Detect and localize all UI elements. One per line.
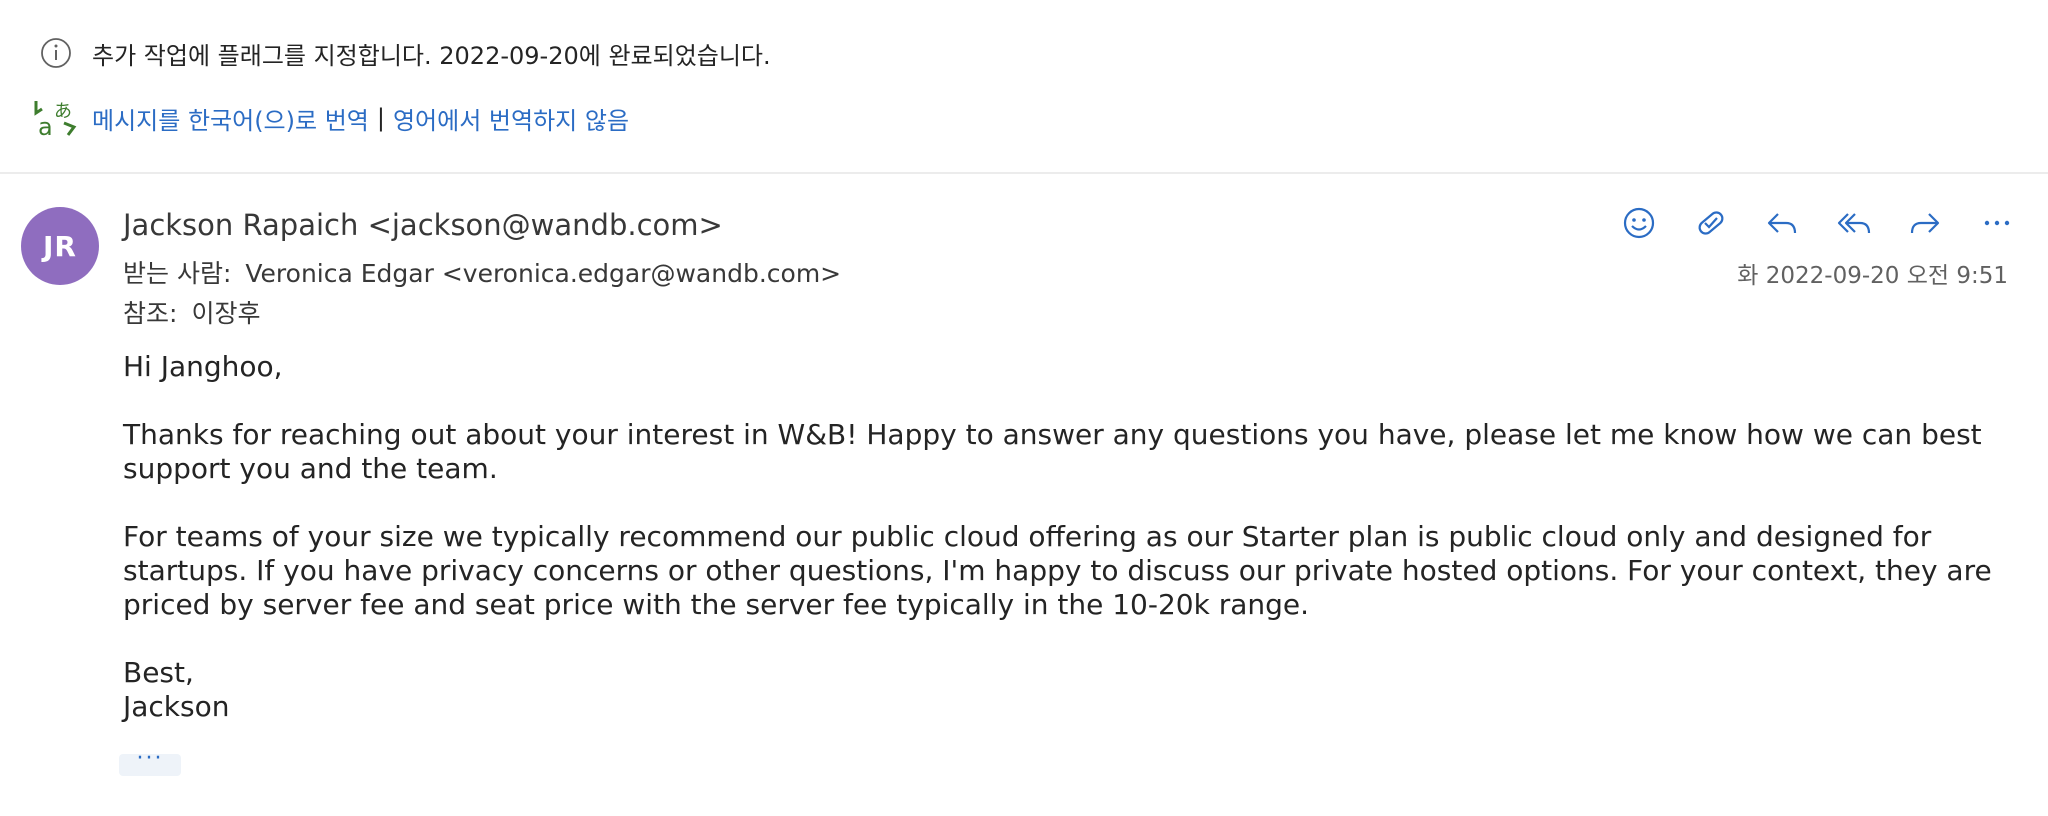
flag-complete-button[interactable] [1690,202,1732,244]
svg-text:a: a [38,113,53,139]
svg-text:あ: あ [54,101,72,122]
flag-status-text: 추가 작업에 플래그를 지정합니다. 2022-09-20에 완료되었습니다. [92,41,771,70]
forward-icon [1911,213,1940,234]
message-reading-pane: 추가 작업에 플래그를 지정합니다. 2022-09-20에 완료되었습니다. … [0,0,2048,816]
cc-recipient[interactable]: 이장후 [191,299,260,328]
avatar[interactable]: JR [21,207,99,285]
message-body: Hi Janghoo, Thanks for reaching out abou… [123,350,2003,724]
never-translate-link[interactable]: 영어에서 번역하지 않음 [393,101,629,136]
translate-bar: a あ 메시지를 한국어(으)로 번역 | 영어에서 번역하지 않음 [34,97,629,141]
reply-all-icon [1837,213,1870,234]
translate-icon: a あ [34,97,78,141]
message-date: 화 2022-09-20 오전 9:51 [1737,263,2008,289]
forward-button[interactable] [1904,202,1946,244]
info-icon [40,37,72,69]
cc-label: 참조: [123,299,178,328]
cc-recipients: 참조: 이장후 [123,294,260,330]
to-recipient[interactable]: Veronica Edgar <veronica.edgar@wandb.com… [245,259,841,288]
signature: Jackson [123,690,230,723]
reply-icon [1768,213,1797,234]
translate-message-link[interactable]: 메시지를 한국어(으)로 번역 [92,101,369,136]
link-separator: | [376,104,385,132]
to-label: 받는 사람: [123,259,232,288]
react-icon [1623,207,1655,239]
info-bar: 추가 작업에 플래그를 지정합니다. 2022-09-20에 완료되었습니다. [40,36,771,70]
greeting: Hi Janghoo, [123,350,283,383]
body-paragraph-1: Thanks for reaching out about your inter… [123,418,1982,485]
reply-all-button[interactable] [1833,202,1875,244]
sender-name[interactable]: Jackson Rapaich <jackson@wandb.com> [123,208,723,242]
more-icon [1984,220,2010,226]
to-recipients: 받는 사람: Veronica Edgar <veronica.edgar@wan… [123,254,841,290]
flag-complete-icon [1698,211,1724,235]
body-paragraph-2: For teams of your size we typically reco… [123,520,1992,621]
reply-button[interactable] [1761,202,1803,244]
sign-off: Best, [123,656,194,689]
react-button[interactable] [1618,202,1660,244]
message-actions [1618,202,2018,244]
show-trimmed-content-button[interactable]: ··· [119,748,181,776]
more-actions-button[interactable] [1976,202,2018,244]
header-divider [0,172,2048,174]
